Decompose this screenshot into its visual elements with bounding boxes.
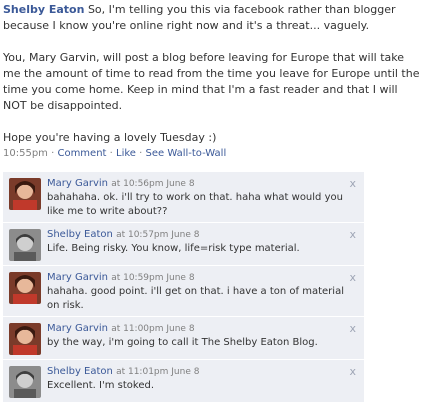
comment-timestamp: at 11:01pm June 8 — [116, 367, 200, 377]
comment-author-link[interactable]: Mary Garvin — [47, 323, 108, 334]
close-icon[interactable]: x — [349, 322, 356, 335]
post-paragraph-2: You, Mary Garvin, will post a blog befor… — [3, 51, 420, 112]
shelby-photo-icon[interactable] — [9, 366, 41, 398]
wall-post: Shelby Eaton So, I'm telling you this vi… — [3, 2, 423, 162]
comment-text: bahahaha. ok. i'll try to work on that. … — [47, 192, 343, 217]
comment-item: Shelby Eaton at 10:57pm June 8 Life. Bei… — [3, 223, 364, 266]
close-icon[interactable]: x — [349, 177, 356, 190]
mary-photo-icon[interactable] — [9, 272, 41, 304]
like-link[interactable]: Like — [116, 148, 136, 159]
comment-author-link[interactable]: Mary Garvin — [47, 178, 108, 189]
comment-timestamp: at 10:59pm June 8 — [111, 273, 195, 283]
comment-list: Mary Garvin at 10:56pm June 8 bahahaha. … — [3, 172, 364, 403]
comment-link[interactable]: Comment — [57, 148, 106, 159]
comment-text: hahaha. good point. i'll get on that. i … — [47, 286, 344, 311]
comment-text: by the way, i'm going to call it The She… — [47, 337, 318, 348]
close-icon[interactable]: x — [349, 228, 356, 241]
comment-timestamp: at 11:00pm June 8 — [111, 324, 195, 334]
comment-timestamp: at 10:57pm June 8 — [116, 230, 200, 240]
comment-author-link[interactable]: Mary Garvin — [47, 272, 108, 283]
comment-item: Mary Garvin at 11:00pm June 8 by the way… — [3, 317, 364, 360]
close-icon[interactable]: x — [349, 271, 356, 284]
post-paragraph-3: Hope you're having a lovely Tuesday :) — [3, 131, 217, 144]
comment-item: Mary Garvin at 10:56pm June 8 bahahaha. … — [3, 172, 364, 223]
meta-separator: · — [135, 148, 146, 159]
wall-to-wall-link[interactable]: See Wall-to-Wall — [146, 148, 227, 159]
close-icon[interactable]: x — [349, 365, 356, 378]
comment-item: Shelby Eaton at 11:01pm June 8 Excellent… — [3, 360, 364, 403]
comment-text: Excellent. I'm stoked. — [47, 380, 155, 391]
comment-text: Life. Being risky. You know, life=risk t… — [47, 243, 300, 254]
mary-photo-icon[interactable] — [9, 323, 41, 355]
shelby-photo-icon[interactable] — [9, 229, 41, 261]
comment-timestamp: at 10:56pm June 8 — [111, 179, 195, 189]
comment-item: Mary Garvin at 10:59pm June 8 hahaha. go… — [3, 266, 364, 317]
mary-photo-icon[interactable] — [9, 178, 41, 210]
post-author-link[interactable]: Shelby Eaton — [3, 3, 84, 16]
post-timestamp: 10:55pm — [3, 148, 48, 159]
post-paragraph-1: Shelby Eaton So, I'm telling you this vi… — [3, 2, 423, 34]
comment-author-link[interactable]: Shelby Eaton — [47, 366, 113, 377]
meta-separator: · — [106, 148, 117, 159]
post-meta: 10:55pm · Comment · Like · See Wall-to-W… — [3, 146, 423, 162]
comment-author-link[interactable]: Shelby Eaton — [47, 229, 113, 240]
